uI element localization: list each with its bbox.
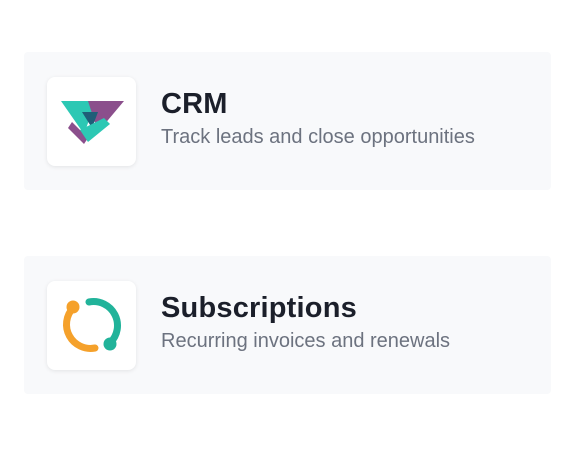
app-title: CRM [161,88,228,120]
crm-icon-tile [47,77,136,166]
recurring-cycle-icon [62,297,121,352]
app-description: Recurring invoices and renewals [161,330,451,352]
subscriptions-text: Subscriptions Recurring invoices and ren… [161,290,450,354]
subscriptions-icon-tile [47,281,136,370]
crm-text: CRM Track leads and close opportunities [161,86,475,150]
app-card-subscriptions[interactable]: Subscriptions Recurring invoices and ren… [24,256,551,394]
handshake-icon [60,100,124,144]
app-description: Track leads and close opportunities [161,126,475,148]
app-list: CRM Track leads and close opportunities … [0,0,586,460]
app-card-crm[interactable]: CRM Track leads and close opportunities [24,52,551,190]
app-title: Subscriptions [161,292,357,324]
